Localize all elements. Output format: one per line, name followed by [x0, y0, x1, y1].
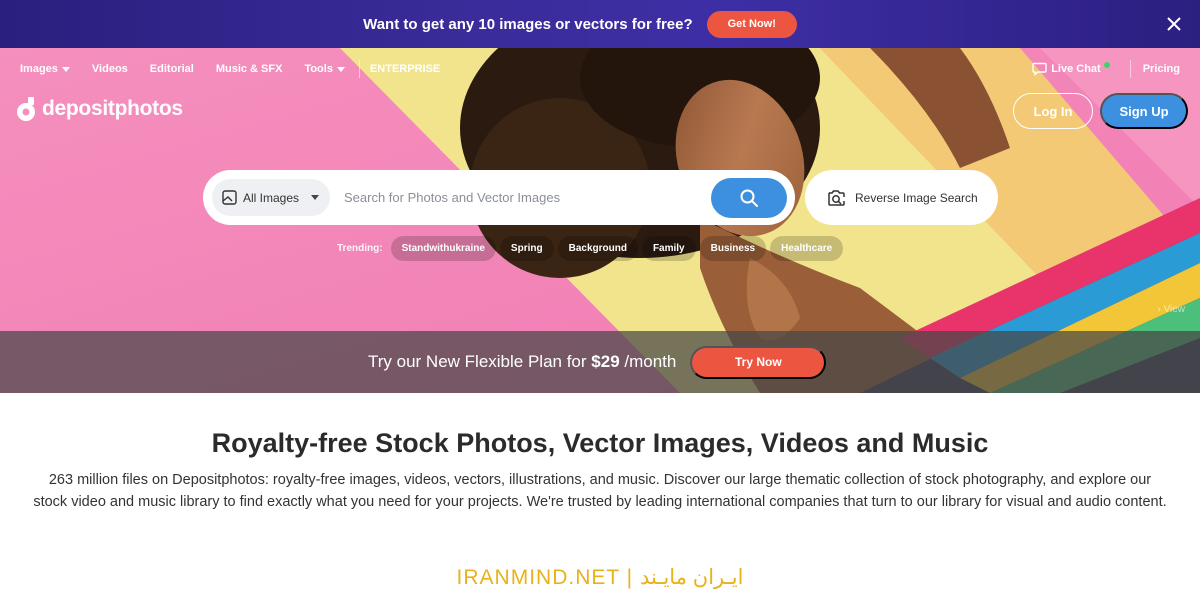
offer-price: $29 — [591, 352, 620, 371]
view-label: View — [1163, 304, 1186, 315]
try-now-button[interactable]: Try Now — [690, 345, 827, 379]
nav-tools-label: Tools — [304, 63, 333, 75]
promo-banner: Want to get any 10 images or vectors for… — [0, 0, 1200, 48]
live-chat-link[interactable]: Live Chat — [1032, 62, 1110, 76]
image-icon — [222, 190, 237, 205]
brand-name: depositphotos — [42, 97, 183, 120]
chevron-down-icon — [61, 66, 70, 72]
trending-tag[interactable]: Healthcare — [770, 236, 844, 261]
search-button[interactable] — [711, 178, 787, 218]
offer-text-before: Try our New Flexible Plan for — [368, 352, 592, 371]
nav-videos[interactable]: Videos — [92, 63, 128, 75]
live-chat-label: Live Chat — [1051, 63, 1101, 75]
page-description: 263 million files on Depositphotos: roya… — [33, 472, 1167, 510]
online-status-dot — [1103, 62, 1110, 68]
search-input[interactable] — [344, 182, 704, 213]
reverse-image-search-button[interactable]: Reverse Image Search — [805, 170, 998, 225]
chevron-right-icon: › — [1157, 304, 1161, 315]
nav-divider — [1129, 60, 1131, 78]
offer-bar: Try our New Flexible Plan for $29 /month… — [0, 331, 1200, 393]
get-now-button[interactable]: Get Now! — [706, 10, 797, 38]
category-select[interactable]: All Images — [212, 179, 330, 216]
trending-tag[interactable]: Standwithukraine — [390, 236, 496, 261]
trending-label: Trending: — [337, 243, 383, 254]
reverse-image-search-label: Reverse Image Search — [855, 190, 978, 205]
offer-text: Try our New Flexible Plan for $29 /month — [368, 352, 676, 372]
chat-icon — [1032, 62, 1047, 76]
login-button[interactable]: Log In — [1013, 93, 1093, 129]
trending-tag[interactable]: Spring — [499, 236, 554, 261]
offer-text-after: /month — [619, 352, 677, 371]
watermark: IRANMIND.NET | ایـران مایـند — [456, 566, 744, 589]
nav-right: Live Chat Pricing — [1032, 60, 1180, 78]
page-title: Royalty-free Stock Photos, Vector Images… — [211, 428, 989, 458]
nav-editorial[interactable]: Editorial — [150, 63, 194, 75]
nav-enterprise[interactable]: ENTERPRISE — [370, 63, 440, 75]
category-label: All Images — [243, 190, 300, 205]
trending-tag[interactable]: Background — [557, 236, 638, 261]
trending-tags: Trending: Standwithukraine Spring Backgr… — [337, 236, 847, 261]
trending-tag[interactable]: Family — [641, 236, 696, 261]
signup-button[interactable]: Sign Up — [1100, 93, 1188, 129]
nav-images-label: Images — [20, 63, 58, 75]
view-photo-link[interactable]: › View — [1157, 304, 1185, 315]
nav-pricing[interactable]: Pricing — [1143, 63, 1180, 75]
close-icon[interactable] — [1164, 14, 1184, 34]
search-bar: All Images — [203, 170, 795, 225]
top-nav: Images Videos Editorial Music & SFX Tool… — [20, 60, 462, 78]
promo-text: Want to get any 10 images or vectors for… — [363, 15, 693, 33]
nav-tools[interactable]: Tools — [304, 63, 345, 75]
camera-search-icon — [828, 189, 845, 206]
depositphotos-logo-icon — [17, 97, 35, 121]
hero: Images Videos Editorial Music & SFX Tool… — [0, 48, 1200, 393]
chevron-down-icon — [311, 195, 320, 200]
nav-music-sfx[interactable]: Music & SFX — [216, 63, 283, 75]
trending-tag[interactable]: Business — [699, 236, 767, 261]
search-icon — [740, 189, 758, 207]
chevron-down-icon — [336, 66, 345, 72]
nav-images[interactable]: Images — [20, 63, 70, 75]
logo[interactable]: depositphotos — [16, 96, 183, 122]
nav-divider — [358, 60, 360, 78]
